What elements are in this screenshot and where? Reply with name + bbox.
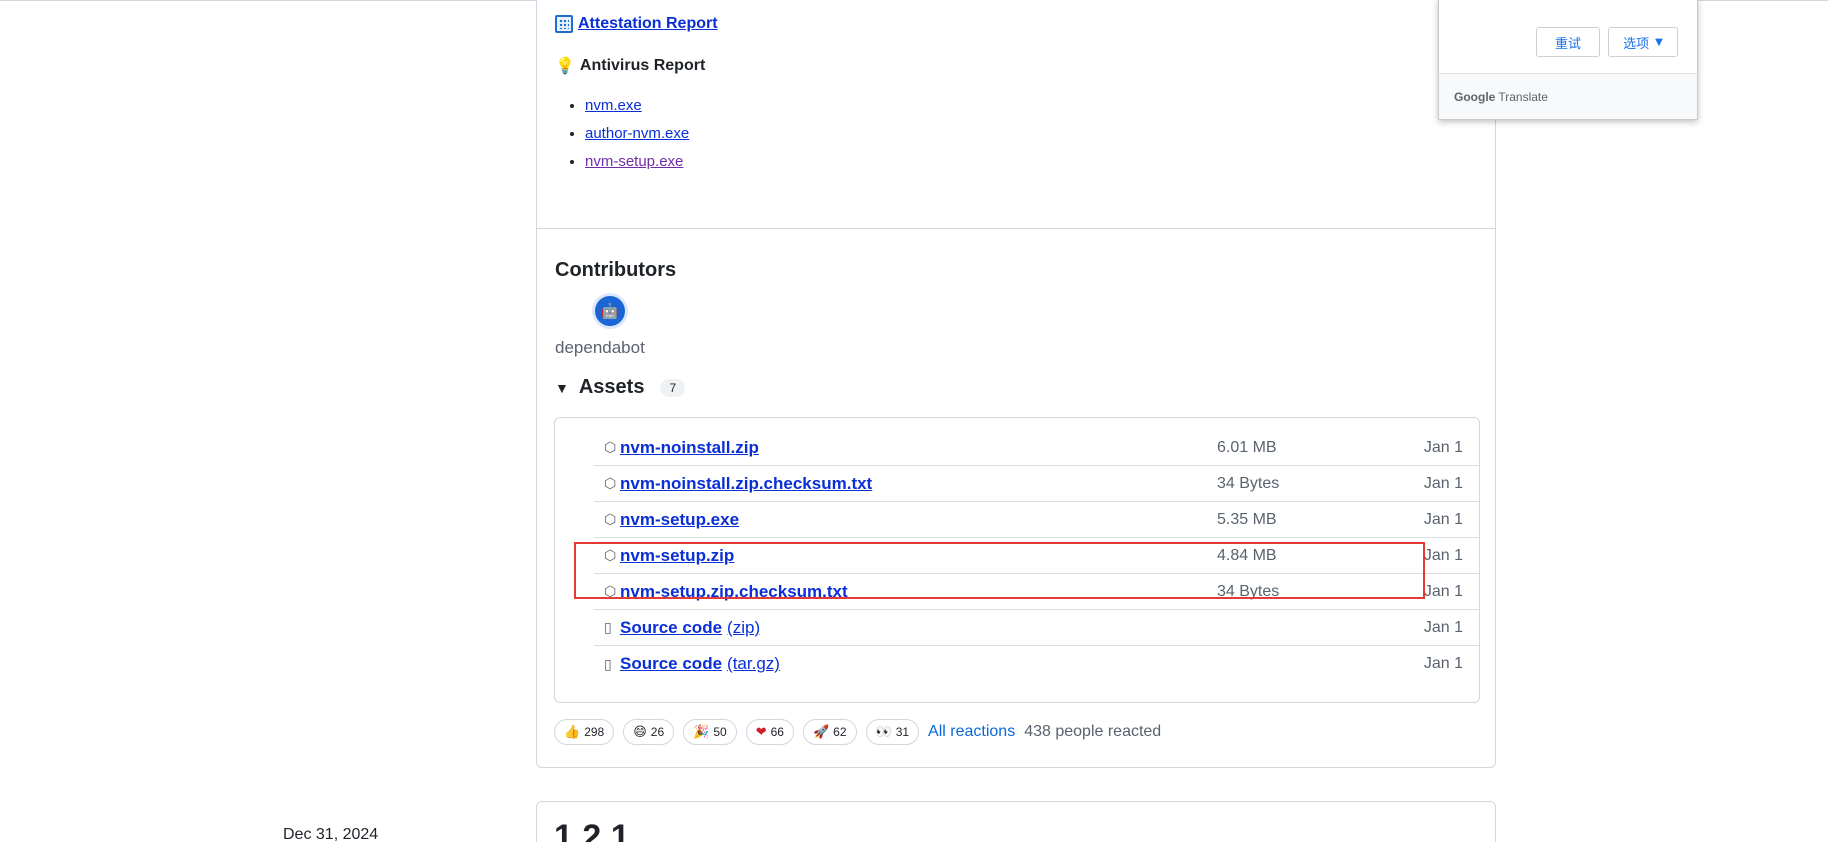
asset-row: ⬡ nvm-setup.exe 5.35 MB Jan 1 (594, 502, 1479, 538)
asset-link[interactable]: nvm-setup.exe (620, 510, 739, 530)
reaction-hooray[interactable]: 🎉 50 (683, 719, 737, 745)
translate-label: Translate (1498, 89, 1548, 104)
heart-icon: ❤ (755, 724, 767, 739)
building-icon (555, 15, 573, 33)
asset-link[interactable]: nvm-noinstall.zip.checksum.txt (620, 474, 872, 494)
file-zip-icon: ▯ (604, 619, 612, 635)
next-release-title[interactable]: 1.2.1 (554, 818, 630, 842)
dependabot-avatar[interactable]: 🤖 (592, 293, 628, 329)
reaction-count: 50 (713, 725, 727, 739)
asset-row: ▯ Source code (tar.gz) Jan 1 (594, 646, 1479, 682)
next-release-date: Dec 31, 2024 (283, 826, 379, 842)
section-divider (537, 228, 1495, 229)
lightbulb-icon: 💡 (555, 58, 575, 75)
asset-date: Jan 1 (1423, 582, 1463, 600)
asset-link[interactable]: Source code (620, 618, 722, 638)
highlight-box (574, 542, 1425, 599)
attestation-report-link[interactable]: Attestation Report (578, 15, 718, 33)
reaction-thumbs-up[interactable]: 👍 298 (554, 719, 615, 745)
google-translate-popup: 重试 选项 ▼ Google Translate (1438, 0, 1698, 120)
eyes-icon: 👀 (875, 724, 892, 739)
reaction-laugh[interactable]: 😄 26 (623, 719, 675, 745)
antivirus-link-nvm-exe[interactable]: nvm.exe (585, 97, 642, 114)
rocket-icon: 🚀 (812, 724, 830, 739)
asset-date: Jan 1 (1423, 546, 1463, 564)
assets-count-badge: 7 (660, 378, 686, 397)
people-reacted-count: 438 people reacted (1024, 723, 1162, 740)
antivirus-report-heading: 💡 Antivirus Report (555, 56, 705, 76)
options-label: 选项 (1623, 36, 1650, 52)
asset-format-link[interactable]: (zip) (727, 618, 760, 638)
asset-size: 5.35 MB (1217, 510, 1277, 528)
robot-icon: 🤖 (600, 303, 620, 320)
assets-toggle[interactable]: ▼ Assets 7 (555, 376, 686, 399)
antivirus-report-title: Antivirus Report (579, 57, 706, 74)
asset-row: ▯ Source code (zip) Jan 1 (594, 610, 1479, 646)
thumbs-up-icon: 👍 (564, 724, 581, 739)
asset-size: 6.01 MB (1217, 438, 1277, 456)
package-icon: ⬡ (604, 511, 617, 527)
all-reactions-link[interactable]: All reactions (928, 723, 1015, 741)
list-item: nvm-setup.exe (585, 150, 689, 178)
reaction-count: 31 (895, 725, 910, 739)
asset-format-link[interactable]: (tar.gz) (727, 654, 780, 674)
list-item: author-nvm.exe (585, 122, 689, 150)
antivirus-link-author-nvm-exe[interactable]: author-nvm.exe (585, 125, 689, 142)
asset-date: Jan 1 (1423, 510, 1463, 528)
reaction-count: 26 (650, 725, 665, 739)
asset-date: Jan 1 (1423, 474, 1463, 492)
release-card: Attestation Report 💡 Antivirus Report nv… (536, 0, 1496, 768)
asset-date: Jan 1 (1423, 438, 1463, 456)
asset-row: ⬡ nvm-noinstall.zip 6.01 MB Jan 1 (594, 430, 1479, 466)
file-zip-icon: ▯ (604, 655, 612, 672)
asset-link[interactable]: nvm-noinstall.zip (620, 438, 759, 458)
asset-date: Jan 1 (1423, 618, 1463, 636)
options-dropdown[interactable]: 选项 ▼ (1608, 27, 1678, 57)
google-logo: Google (1454, 89, 1496, 104)
list-item: nvm.exe (585, 94, 689, 122)
contributor-name[interactable]: dependabot (555, 338, 645, 358)
asset-size: 34 Bytes (1217, 474, 1280, 492)
package-icon: ⬡ (604, 475, 617, 491)
caret-down-icon: ▼ (1655, 36, 1663, 48)
attestation-report: Attestation Report (555, 15, 718, 33)
reaction-heart[interactable]: ❤ 66 (745, 719, 794, 745)
laugh-icon: 😄 (633, 724, 647, 739)
retry-button[interactable]: 重试 (1536, 27, 1600, 57)
assets-title: Assets (578, 376, 645, 398)
reaction-count: 62 (833, 725, 847, 739)
reaction-rocket[interactable]: 🚀 62 (802, 719, 857, 745)
asset-date: Jan 1 (1423, 655, 1463, 672)
asset-row: ⬡ nvm-noinstall.zip.checksum.txt 34 Byte… (594, 466, 1479, 502)
contributors-heading: Contributors (555, 259, 677, 281)
reaction-count: 298 (584, 725, 605, 739)
google-translate-footer: Google Translate (1439, 73, 1697, 119)
triangle-down-icon: ▼ (555, 379, 569, 396)
asset-link[interactable]: Source code (620, 654, 722, 674)
reactions-bar: 👍 298 😄 26 🎉 50 ❤ 66 🚀 62 👀 31 All reactions 4… (554, 719, 1161, 745)
reaction-eyes[interactable]: 👀 31 (865, 719, 920, 745)
antivirus-link-nvm-setup-exe[interactable]: nvm-setup.exe (585, 153, 683, 170)
package-icon: ⬡ (604, 439, 617, 455)
reaction-count: 66 (770, 725, 784, 739)
antivirus-report-list: nvm.exe author-nvm.exe nvm-setup.exe (585, 94, 689, 178)
next-release-card: 1.2.1 (536, 801, 1496, 842)
party-popper-icon: 🎉 (693, 724, 710, 739)
